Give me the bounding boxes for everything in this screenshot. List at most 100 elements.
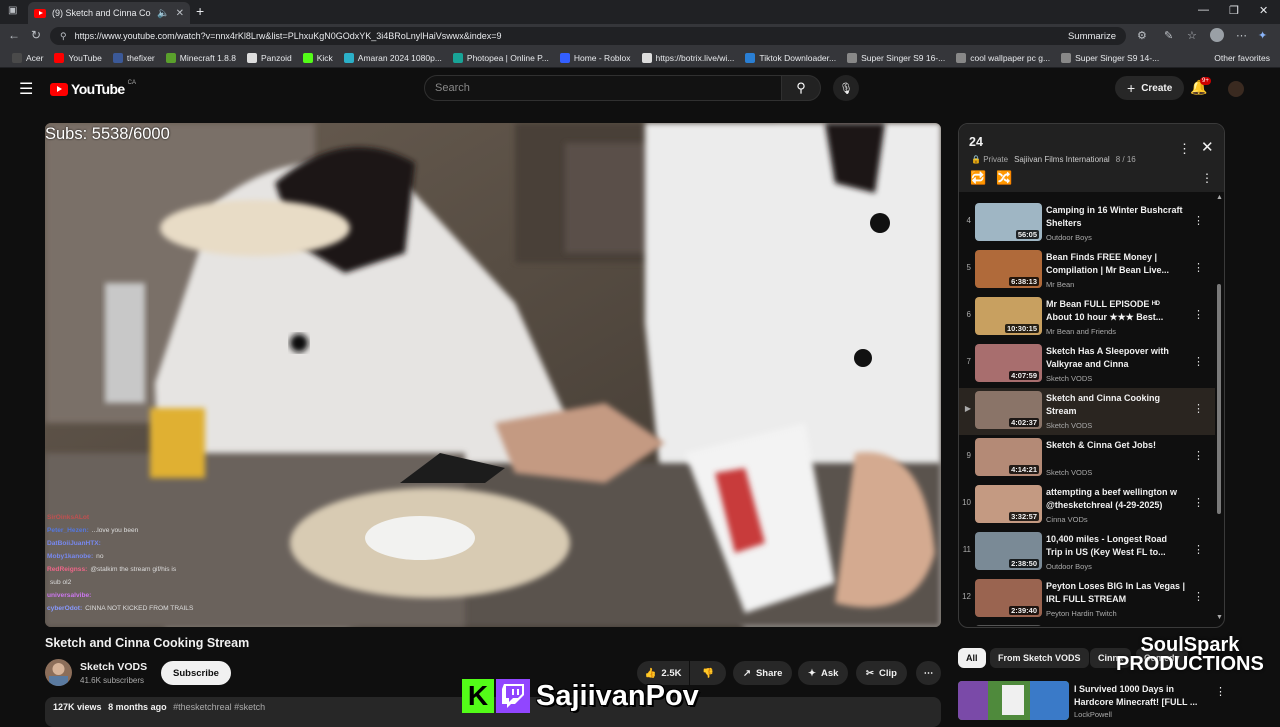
recommendation-channel[interactable]: LockPowell <box>1074 710 1112 719</box>
playlist-thumbnail[interactable]: 6:38:13 <box>975 250 1042 288</box>
playlist-item-title[interactable]: 10,400 miles - Longest Road Trip in US (… <box>1046 533 1186 559</box>
shuffle-icon[interactable]: 🔀 <box>996 170 1012 186</box>
hashtags[interactable]: #thesketchreal #sketch <box>173 702 265 712</box>
playlist-item-title[interactable]: Camping in 16 Winter Bushcraft Shelters <box>1046 204 1186 230</box>
playlist-item-channel[interactable]: Sketch VODS <box>1046 374 1092 383</box>
playlist-item-title[interactable]: Peyton Loses BIG In Las Vegas | IRL FULL… <box>1046 580 1186 606</box>
bookmark-item[interactable]: Tiktok Downloader... <box>745 52 836 63</box>
bookmark-item[interactable]: Acer <box>12 52 43 63</box>
playlist-thumbnail[interactable]: 2:39:40 <box>975 579 1042 617</box>
minimize-icon[interactable]: — <box>1198 4 1209 16</box>
close-window-icon[interactable]: ✕ <box>1259 4 1268 17</box>
playlist-item-channel[interactable]: Outdoor Boys <box>1046 562 1092 571</box>
bookmark-item[interactable]: cool wallpaper pc g... <box>956 52 1050 63</box>
playlist-item[interactable]: 7 4:07:59 Sketch Has A Sleepover with Valk… <box>959 341 1215 388</box>
playlist-more-icon[interactable]: ⋮ <box>1178 141 1191 157</box>
item-more-icon[interactable]: ⋮ <box>1193 214 1204 227</box>
playlist-item-title[interactable]: Mr Bean FULL EPISODE ᴴᴰ About 10 hour ★★… <box>1046 298 1186 324</box>
playlist-item-channel[interactable]: Mr Bean and Friends <box>1046 327 1116 336</box>
bookmark-item[interactable]: Home - Roblox <box>559 52 631 63</box>
chip-all[interactable]: All <box>958 648 986 668</box>
bookmark-item[interactable]: thefixer <box>112 52 155 63</box>
playlist-item[interactable]: 12 2:39:40 Peyton Loses BIG In Las Vegas |… <box>959 576 1215 623</box>
item-more-icon[interactable]: ⋮ <box>1193 402 1204 415</box>
profile-avatar[interactable] <box>1210 28 1224 42</box>
playlist-item[interactable]: 9 4:14:21 Sketch & Cinna Get Jobs! Sketch V… <box>959 435 1215 482</box>
playlist-thumbnail[interactable]: 2:38:50 <box>975 532 1042 570</box>
create-button[interactable]: + Create <box>1115 76 1185 100</box>
playlist-item-title[interactable]: Sketch & Cinna Get Jobs! <box>1046 439 1186 452</box>
playlist-item-channel[interactable]: Mr Bean <box>1046 280 1074 289</box>
speaker-icon[interactable]: 🔈 <box>157 8 169 19</box>
channel-name[interactable]: Sketch VODS <box>80 661 147 673</box>
extension-icon[interactable]: ✎ <box>1164 29 1173 42</box>
playlist-thumbnail[interactable] <box>975 625 1042 626</box>
bookmark-item[interactable]: https://botrix.live/wi... <box>641 52 734 63</box>
channel-avatar[interactable] <box>45 659 72 686</box>
site-info-icon[interactable]: ⚲ <box>60 31 67 42</box>
playlist-item-channel[interactable]: Sketch VODS <box>1046 421 1092 430</box>
youtube-logo[interactable]: YouTube CA <box>50 80 136 97</box>
playlist-item-title[interactable]: Sketch Has A Sleepover with Valkyrae and… <box>1046 345 1186 371</box>
playlist-item-current[interactable]: ▶ 4:02:37 Sketch and Cinna Cooking Stream S… <box>959 388 1215 435</box>
scroll-up-icon[interactable]: ▲ <box>1216 194 1223 201</box>
bookmark-item[interactable]: Photopea | Online P... <box>452 52 549 63</box>
more-actions-button[interactable]: ⋯ <box>916 661 941 685</box>
tab-actions-icon[interactable]: ▣ <box>8 5 17 16</box>
new-tab-icon[interactable]: + <box>196 3 204 19</box>
playlist-options-icon[interactable]: ⋮ <box>1201 171 1213 185</box>
account-avatar[interactable] <box>1228 81 1244 97</box>
bookmark-item[interactable]: Panzoid <box>247 52 292 63</box>
playlist-thumbnail[interactable]: 10:30:15 <box>975 297 1042 335</box>
playlist-item[interactable]: 10 3:32:57 attempting a beef wellington w … <box>959 482 1215 529</box>
playlist-thumbnail[interactable]: 3:32:57 <box>975 485 1042 523</box>
playlist-item-channel[interactable]: Sketch VODS <box>1046 468 1092 477</box>
playlist-thumbnail[interactable]: 4:07:59 <box>975 344 1042 382</box>
playlist-item[interactable]: 5 6:38:13 Bean Finds FREE Money | Compilat… <box>959 247 1215 294</box>
playlist-item[interactable]: 11 2:38:50 10,400 miles - Longest Road Tri… <box>959 529 1215 576</box>
recommendation-more-icon[interactable]: ⋮ <box>1215 685 1226 698</box>
share-button[interactable]: ↗ Share <box>733 661 793 685</box>
back-icon[interactable]: ← <box>8 28 20 42</box>
playlist-item[interactable]: 6 10:30:15 Mr Bean FULL EPISODE ᴴᴰ About 1… <box>959 294 1215 341</box>
item-more-icon[interactable]: ⋮ <box>1193 449 1204 462</box>
other-favorites[interactable]: Other favorites <box>1214 53 1270 63</box>
bookmark-item[interactable]: Super Singer S9 14-... <box>1061 52 1159 63</box>
search-input[interactable] <box>435 82 765 94</box>
recommendation-thumbnail[interactable] <box>958 681 1069 720</box>
reload-icon[interactable]: ↻ <box>31 28 41 42</box>
bookmark-item[interactable]: Amaran 2024 1080p... <box>343 52 442 63</box>
bookmark-item[interactable]: Kick <box>302 52 333 63</box>
extensions-icon[interactable]: ⚙ <box>1137 29 1147 42</box>
playlist-item-channel[interactable]: Cinna VODs <box>1046 515 1088 524</box>
playlist-thumbnail[interactable]: 4:14:21 <box>975 438 1042 476</box>
playlist-item[interactable]: 4 56:05 Camping in 16 Winter Bushcraft She… <box>959 200 1215 247</box>
video-player[interactable]: Subs: 5538/6000 SirOinksALot Peter_Hezen:… <box>45 123 941 627</box>
item-more-icon[interactable]: ⋮ <box>1193 261 1204 274</box>
copilot-icon[interactable]: ✦ <box>1258 29 1267 42</box>
playlist-close-icon[interactable]: ✕ <box>1201 138 1214 156</box>
url-field[interactable]: ⚲ https://www.youtube.com/watch?v=nnx4rK… <box>50 27 1126 45</box>
bookmark-item[interactable]: Minecraft 1.8.8 <box>165 52 236 63</box>
chip-from-sketch-vods[interactable]: From Sketch VODS <box>990 648 1089 668</box>
playlist-title[interactable]: 24 <box>969 135 983 149</box>
browser-tab[interactable]: (9) Sketch and Cinna Cooki 🔈 ✕ <box>28 2 190 24</box>
maximize-icon[interactable]: ❐ <box>1229 4 1239 17</box>
item-more-icon[interactable]: ⋮ <box>1193 590 1204 603</box>
playlist-item-channel[interactable]: Peyton Hardin Twitch <box>1046 609 1117 618</box>
item-more-icon[interactable]: ⋮ <box>1193 496 1204 509</box>
playlist-thumbnail[interactable]: 4:02:37 <box>975 391 1042 429</box>
loop-icon[interactable]: 🔁 <box>970 170 986 186</box>
search-button[interactable]: ⚲ <box>781 75 821 101</box>
subscribe-button[interactable]: Subscribe <box>161 661 231 685</box>
recommendation-title[interactable]: I Survived 1000 Days in Hardcore Minecra… <box>1074 683 1214 709</box>
bookmark-item[interactable]: YouTube <box>54 52 102 63</box>
item-more-icon[interactable]: ⋮ <box>1193 543 1204 556</box>
hamburger-menu-icon[interactable]: ☰ <box>19 79 33 99</box>
playlist-item[interactable]: 13Big E talks John Cena, Hard⋮ <box>959 622 1215 626</box>
scroll-down-icon[interactable]: ▼ <box>1216 614 1223 621</box>
playlist-owner[interactable]: Sajiivan Films International <box>1014 155 1110 164</box>
bookmark-item[interactable]: Super Singer S9 16-... <box>847 52 945 63</box>
item-more-icon[interactable]: ⋮ <box>1193 355 1204 368</box>
playlist-item-title[interactable]: Sketch and Cinna Cooking Stream <box>1046 392 1186 418</box>
